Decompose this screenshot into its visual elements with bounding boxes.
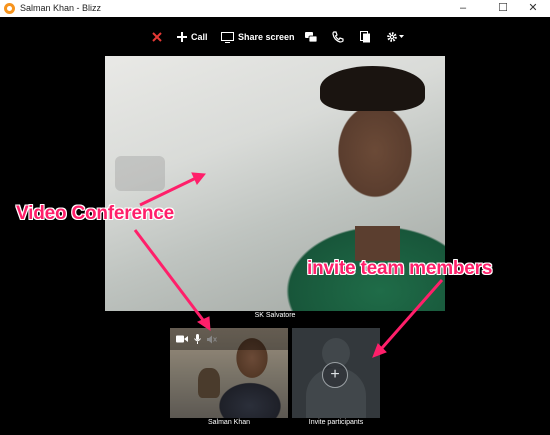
window-title: Salman Khan - Blizz bbox=[20, 3, 102, 13]
background-object bbox=[115, 156, 165, 191]
files-icon bbox=[360, 31, 370, 43]
close-button[interactable]: ✕ bbox=[516, 0, 550, 17]
call-label: Call bbox=[191, 32, 208, 42]
annotation-video-conference: Video Conference bbox=[16, 203, 174, 224]
gear-icon bbox=[387, 32, 397, 42]
call-toolbar: Call Share screen bbox=[0, 17, 550, 57]
minimize-button[interactable]: – bbox=[446, 0, 480, 17]
microphone-icon[interactable] bbox=[194, 334, 201, 344]
thumbnail-controls bbox=[170, 328, 288, 350]
blizz-logo-icon bbox=[4, 3, 15, 14]
volume-icon[interactable] bbox=[207, 335, 217, 344]
chat-button[interactable] bbox=[305, 29, 317, 45]
participant-neck bbox=[355, 226, 400, 261]
invite-participants-tile[interactable]: + bbox=[292, 328, 380, 418]
chat-icon bbox=[305, 31, 317, 42]
add-participant-icon[interactable]: + bbox=[322, 362, 348, 388]
invite-participants-label: Invite participants bbox=[308, 419, 364, 426]
self-video-thumbnail[interactable] bbox=[170, 328, 288, 418]
participant-hair bbox=[320, 66, 425, 111]
maximize-button[interactable]: ☐ bbox=[486, 0, 520, 17]
close-x-icon bbox=[152, 32, 162, 42]
end-call-button[interactable] bbox=[152, 29, 162, 45]
files-button[interactable] bbox=[360, 29, 371, 45]
phone-button[interactable] bbox=[332, 29, 344, 45]
title-bar: Salman Khan - Blizz – ☐ ✕ bbox=[0, 0, 550, 18]
video-icon[interactable] bbox=[176, 335, 188, 343]
main-participant-name: SK Salvatore bbox=[254, 312, 296, 319]
share-screen-button[interactable]: Share screen bbox=[221, 29, 295, 45]
share-screen-label: Share screen bbox=[238, 32, 295, 42]
background-person bbox=[198, 368, 220, 398]
settings-button[interactable] bbox=[386, 29, 404, 45]
phone-icon bbox=[332, 31, 344, 43]
chevron-down-icon bbox=[399, 35, 404, 38]
monitor-icon bbox=[221, 31, 234, 43]
self-participant-name: Salman Khan bbox=[207, 419, 251, 426]
call-button[interactable]: Call bbox=[177, 29, 208, 45]
plus-icon bbox=[177, 32, 187, 42]
annotation-invite-team: invite team members bbox=[307, 258, 493, 279]
